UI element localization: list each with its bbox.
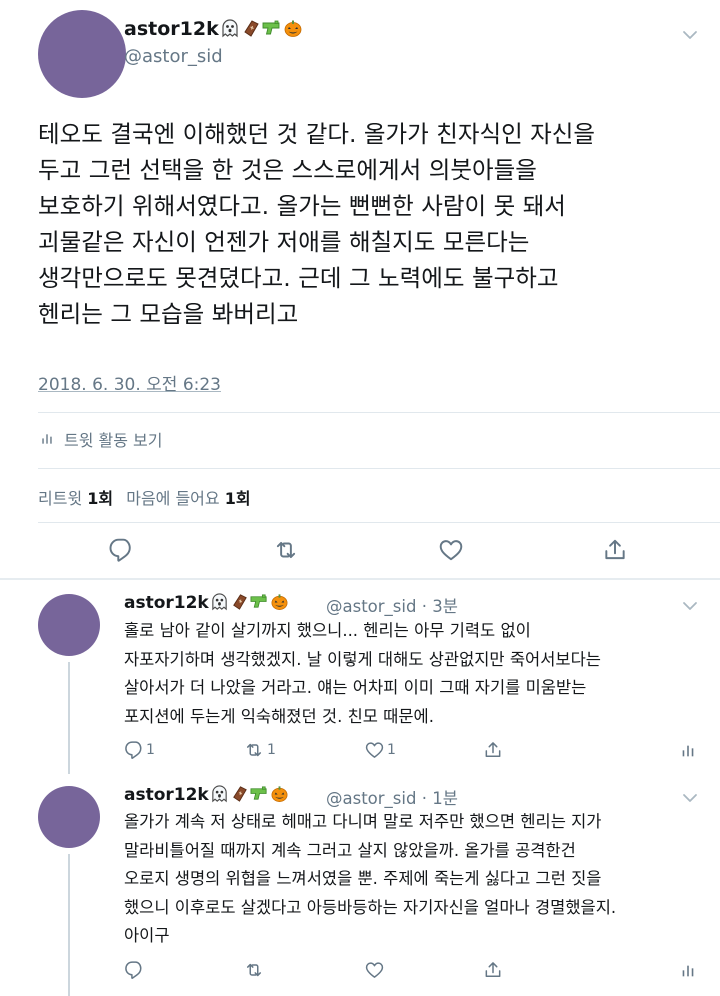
like-button[interactable] [364,960,387,980]
jack-o-lantern-emoji [283,18,303,38]
meta-dot: · [421,789,427,808]
activity-label: 트윗 활동 보기 [64,431,163,450]
share-icon [602,537,628,563]
author-name[interactable]: astor12k [124,18,303,40]
reply-button[interactable] [108,537,134,563]
chevron-down-icon[interactable] [682,601,698,611]
author-handle[interactable]: @astor_sid [326,789,416,808]
coffin-emoji [230,784,249,803]
like-count[interactable]: 1회 [225,489,251,508]
retweet-icon [243,740,265,760]
water-pistol-emoji [250,784,269,803]
ghost-emoji [210,784,229,803]
heart-icon [438,537,464,563]
reply-icon [108,537,134,563]
reply-text: 홀로 남아 같이 살기까지 했으니... 헨리는 아무 기력도 없이 자포자기하… [124,621,601,726]
heart-icon [364,740,385,760]
like-label[interactable]: 마음에 들어요 [126,489,219,508]
tweet-analytics-button[interactable] [680,962,696,980]
coffin-emoji [230,592,249,611]
like-count: 1 [387,742,396,758]
retweet-label[interactable]: 리트윗 [38,489,82,508]
reply-meta: @astor_sid · 3분 [326,593,458,617]
thread-line [68,854,70,996]
avatar[interactable] [38,786,100,848]
retweet-count[interactable]: 1회 [87,489,113,508]
coffin-emoji [241,18,261,38]
reply-tweet[interactable]: astor12k @astor_sid · 1분 올가가 계속 저 상태로 헤매… [0,772,720,996]
avatar[interactable] [38,10,126,98]
main-tweet: astor12k @astor_sid 테오도 결국엔 이해했던 것 같다. 올… [0,0,720,578]
ghost-emoji [210,592,229,611]
share-icon [483,960,503,980]
retweet-icon [273,537,299,563]
author-name[interactable]: astor12k [124,784,289,805]
tweet-analytics-button[interactable] [680,742,696,760]
chevron-down-icon[interactable] [682,793,698,803]
heart-icon [364,960,385,980]
reply-time[interactable]: 3분 [432,597,458,616]
analytics-icon [680,742,696,760]
divider [38,522,720,523]
share-button[interactable] [483,960,503,980]
chevron-down-icon[interactable] [682,30,698,40]
reply-icon [124,960,144,980]
divider [38,412,720,413]
avatar[interactable] [38,594,100,656]
thread-line [68,662,70,774]
engagement-counts: 리트윗 1회 마음에 들어요 1회 [38,485,251,509]
water-pistol-emoji [262,18,282,38]
jack-o-lantern-emoji [270,784,289,803]
reply-time[interactable]: 1분 [432,789,458,808]
reply-button[interactable]: 1 [124,740,155,760]
reply-count: 1 [146,742,155,758]
share-icon [483,740,503,760]
reply-icon [124,740,144,760]
author-name[interactable]: astor12k [124,592,289,613]
retweet-button[interactable] [273,537,299,563]
share-button[interactable] [483,740,503,760]
retweet-count: 1 [267,742,276,758]
water-pistol-emoji [250,592,269,611]
divider [38,468,720,469]
reply-button[interactable] [124,960,146,980]
tweet-timestamp[interactable]: 2018. 6. 30. 오전 6:23 [38,370,221,395]
author-handle[interactable]: @astor_sid [124,46,223,67]
retweet-icon [243,960,265,980]
retweet-button[interactable]: 1 [243,740,276,760]
share-button[interactable] [602,537,628,563]
tweet-activity-link[interactable]: 트윗 활동 보기 [40,427,163,451]
reply-tweet[interactable]: astor12k @astor_sid · 3분 홀로 남아 같이 살기까지 했… [0,580,720,774]
tweet-text: 테오도 결국엔 이해했던 것 같다. 올가가 친자식인 자신을 두고 그런 선택… [38,120,596,328]
like-button[interactable] [438,537,464,563]
like-button[interactable]: 1 [364,740,396,760]
analytics-icon [40,432,54,446]
retweet-button[interactable] [243,960,267,980]
reply-meta: @astor_sid · 1분 [326,785,458,809]
ghost-emoji [220,18,240,38]
analytics-icon [680,962,696,980]
meta-dot: · [421,597,427,616]
reply-text: 올가가 계속 저 상태로 헤매고 다니며 말로 저주만 했으면 헨리는 지가 말… [124,812,617,945]
author-handle[interactable]: @astor_sid [326,597,416,616]
jack-o-lantern-emoji [270,592,289,611]
